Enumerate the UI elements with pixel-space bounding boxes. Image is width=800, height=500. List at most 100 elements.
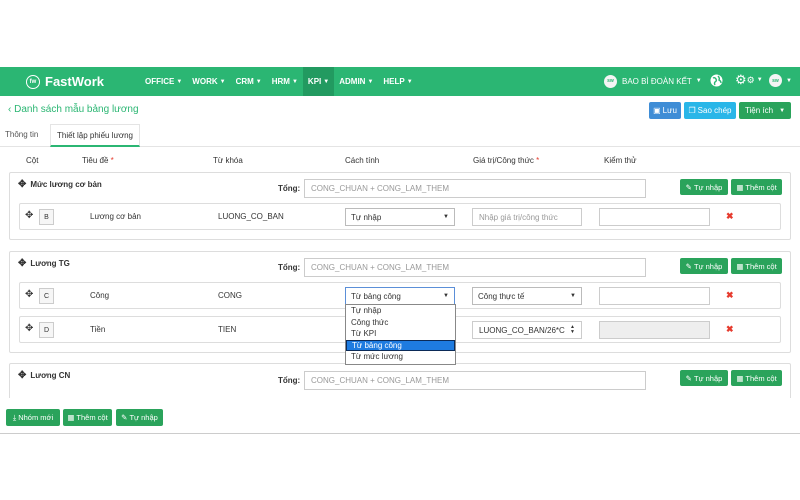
move-icon[interactable]: ✥: [25, 323, 33, 334]
avatar-badge-icon: sw: [769, 74, 782, 87]
menu-work-label: WORK: [192, 77, 218, 86]
add-column-label: Thêm cột: [76, 413, 108, 422]
menu-hrm[interactable]: HRM ▼: [267, 67, 303, 96]
move-icon[interactable]: ✥: [25, 210, 33, 221]
test-input[interactable]: [599, 208, 710, 226]
group-title-label: Mức lương cơ bản: [30, 180, 102, 189]
table-icon: ▦: [736, 373, 744, 383]
method-select[interactable]: Từ bảng công ▼: [345, 287, 455, 305]
caret-down-icon: ▼: [570, 293, 576, 299]
self-input-button[interactable]: ✎ Tự nhập: [116, 409, 163, 426]
row-title: Tiền: [90, 325, 106, 334]
self-input-label: Tự nhập: [693, 182, 723, 192]
delete-icon[interactable]: ✖: [726, 324, 734, 335]
row-title: Công: [90, 291, 110, 300]
total-label: Tổng:: [278, 184, 301, 193]
utilities-button[interactable]: Tiện ích ▼: [739, 102, 791, 119]
group-total-formula-input[interactable]: CONG_CHUAN + CONG_LAM_THEM: [304, 179, 646, 198]
copy-button[interactable]: ❐ Sao chép: [684, 102, 736, 119]
method-select[interactable]: Tự nhập ▼: [345, 208, 455, 226]
add-column-button[interactable]: ▦ Thêm cột: [63, 409, 112, 426]
logo-mark-icon: fw: [26, 74, 40, 89]
group-title: ✥ Lương TG: [18, 258, 70, 269]
spinner-icon[interactable]: ▲ ▼: [570, 325, 575, 335]
user-avatar[interactable]: sw ▼: [769, 74, 792, 87]
self-input-button[interactable]: ✎ Tự nhập: [680, 179, 728, 195]
delete-icon[interactable]: ✖: [726, 290, 734, 301]
caret-down-icon: ▼: [255, 78, 262, 85]
menu-kpi[interactable]: KPI ▼: [302, 67, 335, 96]
option-from-timesheet[interactable]: Từ bảng công: [346, 339, 455, 351]
menu-hrm-label: HRM: [271, 77, 290, 86]
menu-work[interactable]: WORK ▼: [187, 67, 230, 96]
globe-icon[interactable]: [710, 74, 723, 87]
required-mark: *: [110, 156, 114, 165]
header-keyword: Từ khóa: [213, 156, 243, 165]
utilities-label: Tiện ích: [744, 106, 774, 115]
menu-crm-label: CRM: [235, 77, 254, 86]
menu-office-label: OFFICE: [145, 77, 175, 86]
add-column-button[interactable]: ▦ Thêm cột: [731, 370, 782, 386]
caret-down-icon: ▼: [291, 78, 298, 85]
menu-admin[interactable]: ADMIN ▼: [334, 67, 378, 96]
self-input-button[interactable]: ✎ Tự nhập: [680, 258, 728, 274]
table-icon: ▦: [736, 261, 744, 271]
move-icon[interactable]: ✥: [25, 289, 33, 300]
header-formula: Giá trị/Công thức *: [473, 156, 539, 165]
move-icon[interactable]: ✥: [18, 370, 26, 381]
test-input[interactable]: [599, 287, 710, 305]
header-test: Kiểm thử: [604, 156, 637, 165]
group-total-formula-input[interactable]: CONG_CHUAN + CONG_LAM_THEM: [304, 258, 646, 277]
copy-label: Sao chép: [697, 106, 732, 115]
move-icon[interactable]: ✥: [18, 258, 26, 269]
method-value: Tự nhập: [351, 212, 382, 222]
delete-icon[interactable]: ✖: [726, 211, 734, 222]
option-self-input[interactable]: Tự nhập: [346, 305, 455, 317]
company-name: BAO BÌ ĐOÀN KẾT: [622, 76, 692, 86]
back-link[interactable]: ‹ Danh sách mẫu bảng lương: [8, 104, 139, 115]
logo-text: FastWork: [45, 74, 104, 89]
menu-admin-label: ADMIN: [339, 77, 366, 86]
caret-down-icon: ▼: [786, 77, 792, 84]
add-column-button[interactable]: ▦ Thêm cột: [731, 179, 782, 195]
move-icon[interactable]: ✥: [18, 179, 26, 190]
caret-down-icon: ▼: [443, 214, 449, 220]
save-label: Lưu: [662, 106, 677, 115]
group-title: ✥ Mức lương cơ bản: [18, 179, 102, 190]
option-formula[interactable]: Công thức: [346, 317, 455, 329]
self-input-button[interactable]: ✎ Tự nhập: [680, 370, 728, 386]
menu-crm[interactable]: CRM ▼: [231, 67, 267, 96]
settings-gear-icon[interactable]: ⚙ ⚙ ▼: [735, 72, 763, 88]
caret-down-icon: ▼: [779, 107, 786, 114]
menu-kpi-label: KPI: [307, 77, 322, 86]
app-logo[interactable]: fw FastWork: [26, 73, 104, 90]
edit-icon: ✎: [685, 261, 692, 271]
column-code: D: [39, 322, 54, 338]
group-total-formula-input[interactable]: CONG_CHUAN + CONG_LAM_THEM: [304, 371, 646, 390]
menu-help-label: HELP: [383, 77, 405, 86]
test-input[interactable]: [599, 321, 710, 339]
menu-office[interactable]: OFFICE ▼: [140, 67, 187, 96]
tab-general-info[interactable]: Thông tin: [5, 130, 38, 139]
caret-down-icon: ▼: [323, 78, 330, 85]
caret-down-icon: ▼: [176, 78, 183, 85]
header-formula-label: Giá trị/Công thức: [473, 156, 534, 165]
group-title-label: Lương CN: [30, 371, 71, 380]
formula-input[interactable]: Nhập giá trị/công thức: [472, 208, 582, 226]
option-from-salary-level[interactable]: Từ mức lương: [346, 351, 455, 363]
menu-help[interactable]: HELP ▼: [378, 67, 417, 96]
group-title: ✥ Lương CN: [18, 370, 70, 381]
add-column-button[interactable]: ▦ Thêm cột: [731, 258, 782, 274]
group-title-label: Lương TG: [30, 259, 70, 268]
column-code: B: [39, 209, 54, 225]
tab-payslip-setup[interactable]: Thiết lập phiếu lương: [50, 124, 140, 147]
attendance-select[interactable]: Công thực tế ▼: [472, 287, 582, 305]
save-button[interactable]: ▣ Lưu: [649, 102, 681, 119]
formula-input[interactable]: LUONG_CO_BAN/26*C ▲ ▼: [472, 321, 582, 339]
self-input-label: Tự nhập: [693, 261, 723, 271]
new-group-button[interactable]: ⤓ Nhóm mới: [6, 409, 60, 426]
bottom-divider: [0, 433, 800, 434]
company-switcher[interactable]: sw BAO BÌ ĐOÀN KẾT ▼: [604, 73, 702, 89]
caret-down-icon: ▼: [219, 78, 226, 85]
option-from-kpi[interactable]: Từ KPI: [346, 328, 455, 340]
